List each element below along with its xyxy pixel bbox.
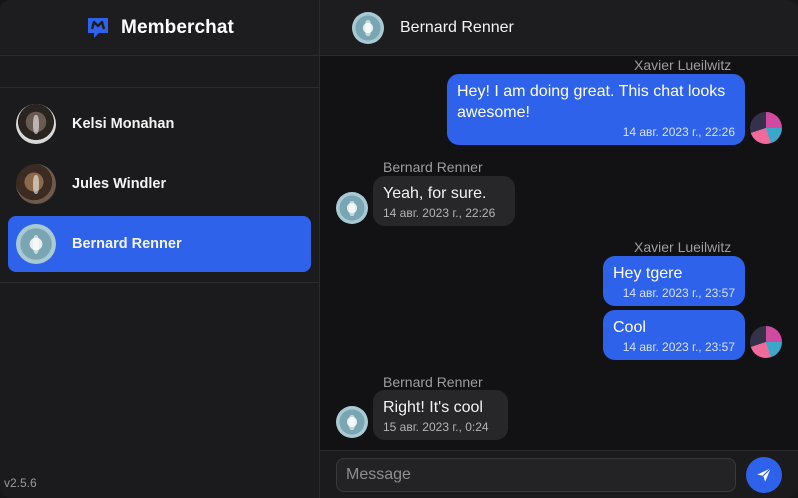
message-text: Yeah, for sure.: [383, 185, 487, 202]
avatar: [750, 112, 782, 144]
message-bubble-incoming: Right! It's cool 15 авг. 2023 г., 0:24: [373, 390, 508, 440]
version-label: v2.5.6: [4, 476, 37, 490]
avatar: [750, 326, 782, 358]
message-timestamp: 15 авг. 2023 г., 0:24: [383, 420, 489, 434]
app-window: Memberchat Kelsi Monahan Jules Windler B…: [0, 0, 798, 498]
sidebar-spacer: [0, 56, 319, 88]
message-text: Cool: [613, 319, 646, 336]
message-sender: Xavier Lueilwitz: [634, 57, 732, 73]
message-text: Hey! I am doing great. This chat looks a…: [457, 83, 726, 121]
message-list[interactable]: Xavier Lueilwitz Hey! I am doing great. …: [320, 56, 798, 450]
message-text: Hey tgere: [613, 265, 683, 282]
contact-name: Bernard Renner: [72, 236, 182, 252]
chat-contact-name: Bernard Renner: [400, 18, 514, 36]
paper-plane-icon: [757, 467, 772, 482]
brand-header: Memberchat: [0, 0, 319, 56]
message-sender: Bernard Renner: [383, 374, 483, 390]
avatar: [336, 192, 368, 224]
sidebar: Memberchat Kelsi Monahan Jules Windler B…: [0, 0, 320, 498]
message-composer: [320, 450, 798, 498]
contact-name: Jules Windler: [72, 176, 167, 192]
contact-list: Kelsi Monahan Jules Windler Bernard Renn…: [0, 88, 319, 283]
chat-panel: Bernard Renner Xavier Lueilwitz Hey! I a…: [320, 0, 798, 498]
avatar: [16, 224, 56, 264]
avatar[interactable]: [352, 11, 384, 44]
message-timestamp: 14 авг. 2023 г., 22:26: [383, 206, 496, 220]
contact-name: Kelsi Monahan: [72, 116, 175, 132]
message-sender: Xavier Lueilwitz: [634, 239, 732, 255]
app-name: Memberchat: [121, 16, 234, 38]
message-bubble-outgoing: Hey! I am doing great. This chat looks a…: [447, 74, 745, 145]
send-button[interactable]: [746, 457, 782, 493]
contact-item-kelsi-monahan[interactable]: Kelsi Monahan: [8, 96, 311, 152]
message-bubble-incoming: Yeah, for sure. 14 авг. 2023 г., 22:26: [373, 176, 515, 226]
message-input[interactable]: [336, 458, 736, 492]
avatar: [16, 104, 56, 144]
message-text: Right! It's cool: [383, 399, 483, 416]
message-timestamp: 14 авг. 2023 г., 22:26: [622, 125, 735, 139]
contact-item-bernard-renner[interactable]: Bernard Renner: [8, 216, 311, 272]
chat-header: Bernard Renner: [320, 0, 798, 56]
avatar: [16, 164, 56, 204]
message-bubble-outgoing: Cool 14 авг. 2023 г., 23:57: [603, 310, 745, 360]
message-bubble-outgoing: Hey tgere 14 авг. 2023 г., 23:57: [603, 256, 745, 306]
message-sender: Bernard Renner: [383, 159, 483, 175]
contact-item-jules-windler[interactable]: Jules Windler: [8, 156, 311, 212]
avatar: [336, 406, 368, 438]
message-timestamp: 14 авг. 2023 г., 23:57: [622, 340, 735, 354]
memberchat-logo-icon: [88, 17, 109, 38]
message-timestamp: 14 авг. 2023 г., 23:57: [622, 286, 735, 300]
